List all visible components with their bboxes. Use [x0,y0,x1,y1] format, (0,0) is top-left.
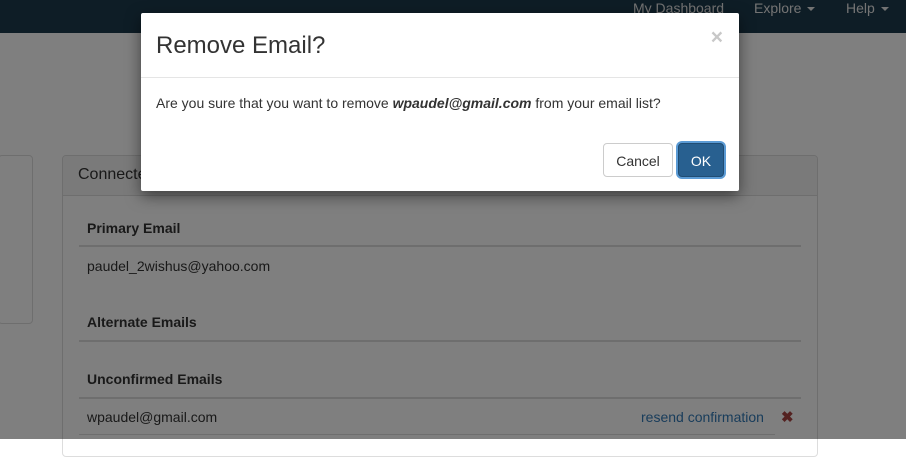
message-text: Are you sure that you want to remove [156,95,393,111]
ok-button[interactable]: OK [678,143,724,177]
remove-email-dialog: Remove Email? × Are you sure that you wa… [141,13,739,191]
message-email: wpaudel@gmail.com [392,95,532,111]
modal-title: Remove Email? [156,32,326,59]
message-text-end: from your email list? [531,95,661,111]
cancel-button[interactable]: Cancel [603,143,673,177]
divider [141,77,739,78]
close-icon[interactable]: × [711,27,723,48]
modal-message: Are you sure that you want to remove wpa… [156,95,661,111]
